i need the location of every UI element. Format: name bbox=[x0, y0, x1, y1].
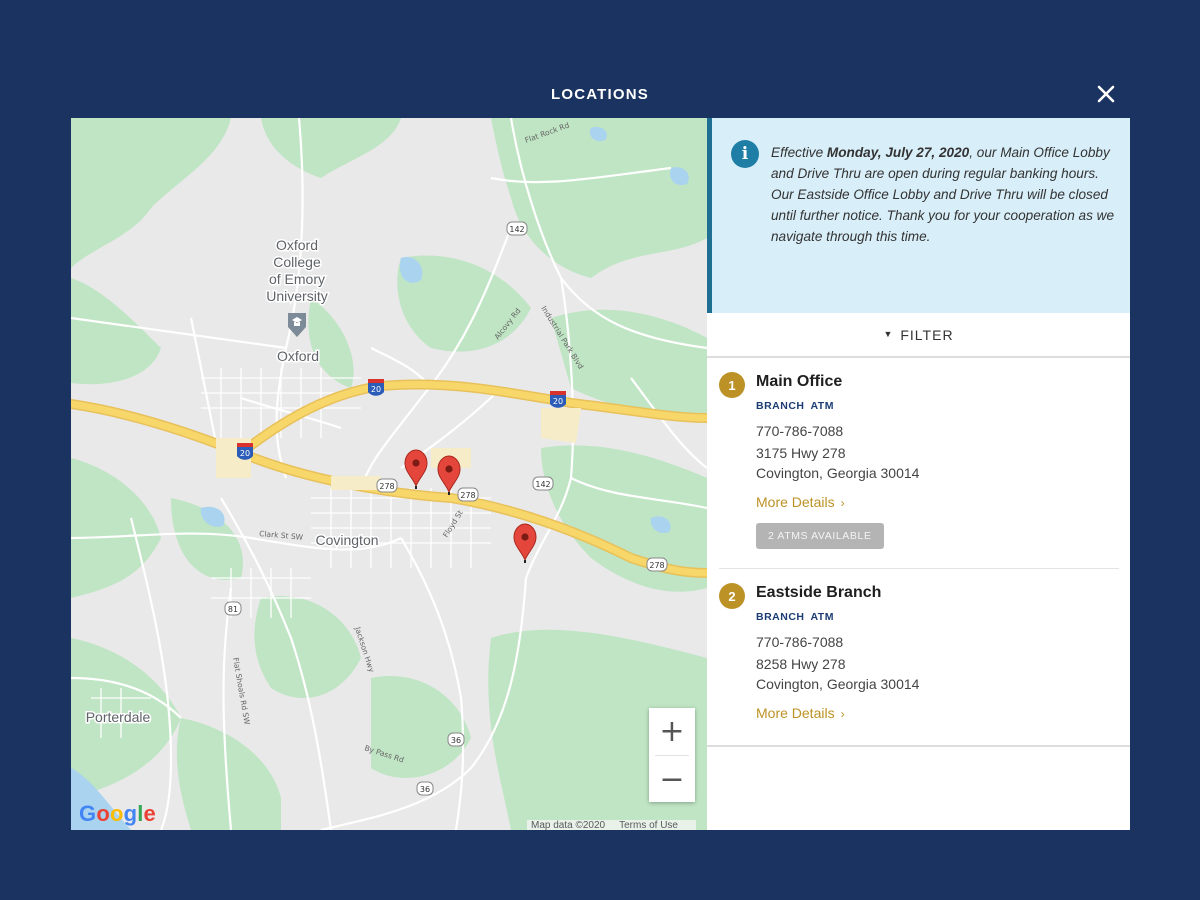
more-details-link[interactable]: More Details › bbox=[756, 494, 845, 510]
map-parks bbox=[71, 118, 707, 830]
chevron-down-icon: ▼ bbox=[883, 329, 893, 339]
close-button[interactable] bbox=[1092, 80, 1120, 108]
location-divider bbox=[719, 568, 1119, 569]
zoom-in-button[interactable]: + bbox=[649, 708, 695, 755]
svg-text:20: 20 bbox=[240, 449, 250, 458]
svg-text:Oxford: Oxford bbox=[276, 237, 318, 253]
map-data-attribution: Map data ©2020 bbox=[531, 820, 606, 830]
logo-letter: o bbox=[96, 801, 110, 826]
map-commercial bbox=[216, 408, 581, 490]
terms-of-use-link[interactable]: Terms of Use bbox=[619, 820, 678, 830]
svg-text:Flat Shoals Rd SW: Flat Shoals Rd SW bbox=[231, 657, 252, 726]
map-footer: Map data ©2020 Terms of Use bbox=[527, 820, 696, 830]
svg-text:20: 20 bbox=[371, 385, 381, 394]
map-view[interactable]: 20 20 20 142 142 278 278 278 81 36 36 Al… bbox=[71, 118, 707, 830]
map-canvas[interactable]: 20 20 20 142 142 278 278 278 81 36 36 Al… bbox=[71, 118, 707, 830]
svg-text:Oxford: Oxford bbox=[277, 348, 319, 364]
svg-text:278: 278 bbox=[649, 561, 664, 570]
google-logo[interactable]: Google bbox=[79, 801, 156, 827]
close-icon bbox=[1097, 85, 1115, 103]
svg-text:Covington: Covington bbox=[315, 532, 378, 548]
info-icon: i bbox=[731, 140, 759, 168]
chevron-right-icon: › bbox=[840, 496, 845, 510]
atms-available-badge: 2 ATMS AVAILABLE bbox=[756, 523, 884, 549]
more-details-label: More Details bbox=[756, 705, 835, 721]
svg-text:278: 278 bbox=[460, 491, 475, 500]
location-address-line2: Covington, Georgia 30014 bbox=[756, 676, 920, 692]
location-tags: BRANCH ATM bbox=[756, 611, 840, 623]
logo-letter: G bbox=[79, 801, 97, 826]
chevron-right-icon: › bbox=[840, 707, 845, 721]
location-address-line1: 3175 Hwy 278 bbox=[756, 445, 846, 461]
location-address-line2: Covington, Georgia 30014 bbox=[756, 465, 920, 481]
notice-text: Effective Monday, July 27, 2020, our Mai… bbox=[771, 142, 1123, 247]
location-tags: BRANCH ATM bbox=[756, 400, 840, 412]
filter-toggle[interactable]: ▼ FILTER bbox=[707, 314, 1130, 358]
location-number-badge: 1 bbox=[719, 372, 745, 398]
svg-text:Porterdale: Porterdale bbox=[86, 709, 151, 725]
notice-banner: i Effective Monday, July 27, 2020, our M… bbox=[707, 118, 1130, 313]
tag-atm: ATM bbox=[810, 400, 834, 412]
modal-title: LOCATIONS bbox=[550, 86, 650, 103]
svg-text:36: 36 bbox=[451, 736, 461, 745]
locations-panel: i Effective Monday, July 27, 2020, our M… bbox=[707, 118, 1130, 830]
svg-text:of Emory: of Emory bbox=[269, 271, 325, 287]
location-number-badge: 2 bbox=[719, 583, 745, 609]
svg-text:36: 36 bbox=[420, 785, 430, 794]
logo-letter: o bbox=[109, 801, 124, 826]
location-phone[interactable]: 770-786-7088 bbox=[756, 634, 843, 650]
svg-text:University: University bbox=[266, 288, 327, 304]
list-bottom-divider bbox=[707, 745, 1130, 747]
map-marker[interactable] bbox=[437, 455, 461, 495]
svg-text:278: 278 bbox=[379, 482, 394, 491]
location-name[interactable]: Main Office bbox=[756, 373, 842, 391]
tag-atm: ATM bbox=[810, 611, 834, 623]
zoom-control: + − bbox=[649, 708, 695, 802]
location-phone[interactable]: 770-786-7088 bbox=[756, 423, 843, 439]
map-marker[interactable] bbox=[513, 523, 537, 563]
filter-label: FILTER bbox=[900, 327, 954, 343]
more-details-label: More Details bbox=[756, 494, 835, 510]
location-address-line1: 8258 Hwy 278 bbox=[756, 656, 846, 672]
tag-branch: BRANCH bbox=[756, 611, 805, 623]
map-marker[interactable] bbox=[404, 449, 428, 489]
zoom-out-button[interactable]: − bbox=[649, 756, 695, 803]
notice-prefix: Effective bbox=[771, 145, 827, 160]
notice-date: Monday, July 27, 2020 bbox=[826, 145, 970, 160]
svg-text:20: 20 bbox=[553, 397, 563, 406]
more-details-link[interactable]: More Details › bbox=[756, 705, 845, 721]
tag-branch: BRANCH bbox=[756, 400, 805, 412]
svg-text:81: 81 bbox=[228, 605, 238, 614]
svg-text:142: 142 bbox=[535, 480, 550, 489]
location-name[interactable]: Eastside Branch bbox=[756, 584, 881, 602]
svg-text:College: College bbox=[273, 254, 321, 270]
logo-letter: g bbox=[123, 801, 138, 826]
school-icon bbox=[288, 313, 306, 337]
svg-text:142: 142 bbox=[509, 225, 524, 234]
logo-letter: e bbox=[143, 801, 156, 826]
